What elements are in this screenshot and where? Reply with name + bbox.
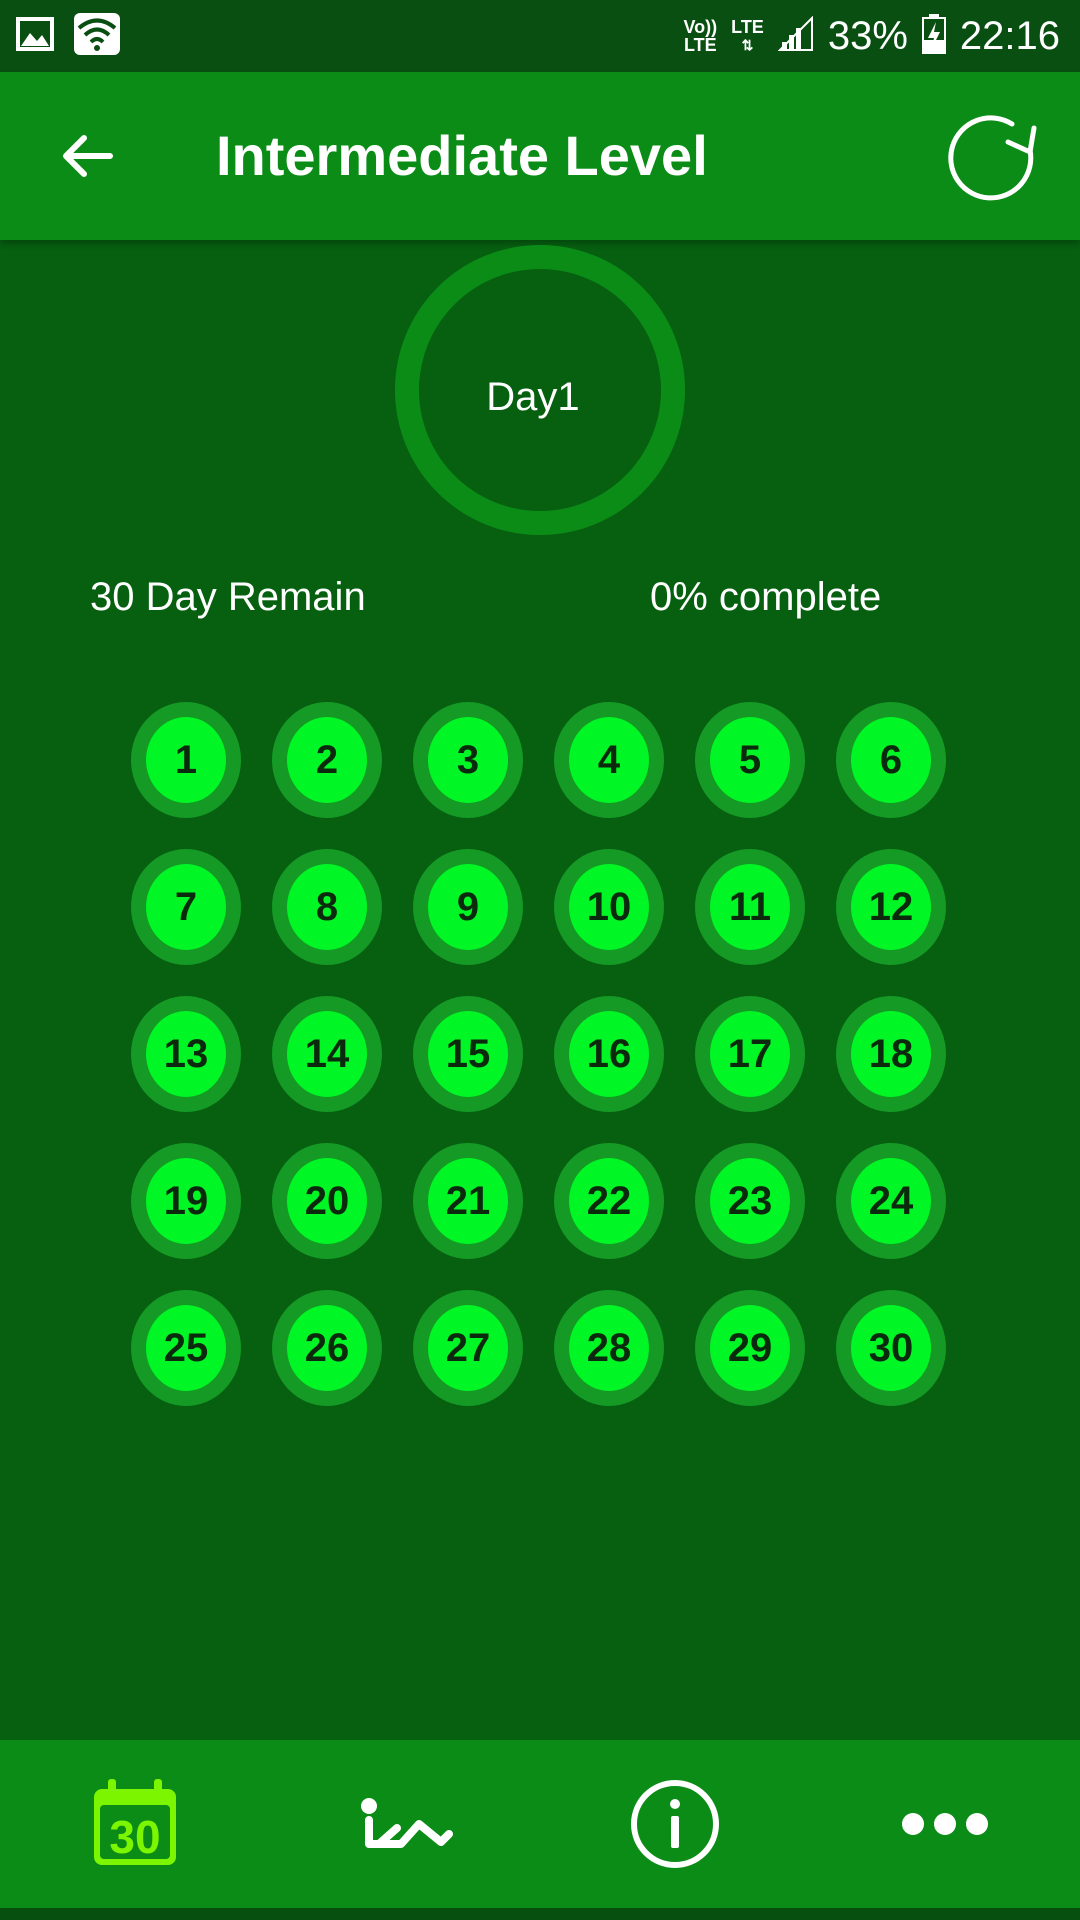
day-number: 22: [569, 1158, 649, 1244]
day-number: 26: [287, 1305, 367, 1391]
day-button-3[interactable]: 3: [413, 702, 523, 818]
more-icon: [902, 1813, 988, 1835]
day-button-26[interactable]: 26: [272, 1290, 382, 1406]
refresh-button[interactable]: [940, 108, 1044, 212]
day-number: 23: [710, 1158, 790, 1244]
day-button-18[interactable]: 18: [836, 996, 946, 1112]
day-grid: 1 2 3 4 5 6 7 8 9 10 11 12 13 14 15 16 17 18 19 20 21 22 23 24 2…: [131, 702, 951, 1406]
day-number: 19: [146, 1158, 226, 1244]
day-number: 16: [569, 1011, 649, 1097]
day-button-5[interactable]: 5: [695, 702, 805, 818]
arrow-left-icon: [63, 135, 113, 177]
day-number: 3: [428, 717, 508, 803]
day-button-29[interactable]: 29: [695, 1290, 805, 1406]
volte-top: Vo)): [683, 17, 718, 37]
day-progress-ring: Day1: [395, 245, 685, 535]
day-number: 28: [569, 1305, 649, 1391]
day-number: 4: [569, 717, 649, 803]
day-number: 5: [710, 717, 790, 803]
day-button-1[interactable]: 1: [131, 702, 241, 818]
day-number: 18: [851, 1011, 931, 1097]
day-number: 20: [287, 1158, 367, 1244]
day-button-2[interactable]: 2: [272, 702, 382, 818]
day-number: 11: [710, 864, 790, 950]
day-number: 24: [851, 1158, 931, 1244]
exercise-icon: [361, 1798, 453, 1848]
day-button-12[interactable]: 12: [836, 849, 946, 965]
day-number: 30: [851, 1305, 931, 1391]
day-button-21[interactable]: 21: [413, 1143, 523, 1259]
signal-icon: [777, 15, 814, 56]
day-button-17[interactable]: 17: [695, 996, 805, 1112]
app-bar: Intermediate Level: [0, 72, 1080, 240]
day-button-10[interactable]: 10: [554, 849, 664, 965]
nav-more[interactable]: [870, 1754, 1020, 1894]
day-button-30[interactable]: 30: [836, 1290, 946, 1406]
info-icon: [631, 1780, 719, 1868]
day-button-22[interactable]: 22: [554, 1143, 664, 1259]
volte-bottom: LTE: [683, 35, 717, 55]
day-number: 10: [569, 864, 649, 950]
day-button-4[interactable]: 4: [554, 702, 664, 818]
day-button-28[interactable]: 28: [554, 1290, 664, 1406]
page-title: Intermediate Level: [216, 124, 708, 187]
day-number: 6: [851, 717, 931, 803]
day-button-6[interactable]: 6: [836, 702, 946, 818]
day-number: 1: [146, 717, 226, 803]
back-button[interactable]: [44, 114, 128, 198]
battery-percent: 33%: [827, 13, 908, 58]
day-number: 8: [287, 864, 367, 950]
day-number: 21: [428, 1158, 508, 1244]
day-number: 13: [146, 1011, 226, 1097]
percent-complete: 0% complete: [650, 575, 882, 619]
day-number: 15: [428, 1011, 508, 1097]
battery-charging-icon: [921, 14, 946, 58]
bottom-nav: 30: [0, 1740, 1080, 1908]
day-button-8[interactable]: 8: [272, 849, 382, 965]
day-button-7[interactable]: 7: [131, 849, 241, 965]
day-button-24[interactable]: 24: [836, 1143, 946, 1259]
current-day-label: Day1: [486, 374, 580, 419]
day-button-13[interactable]: 13: [131, 996, 241, 1112]
status-left: [16, 13, 120, 59]
calendar-30-icon: 30: [94, 1779, 176, 1865]
network-type: LTE: [731, 17, 764, 37]
clock: 22:16: [959, 13, 1060, 58]
day-number: 12: [851, 864, 931, 950]
nav-info[interactable]: [600, 1754, 750, 1894]
day-button-27[interactable]: 27: [413, 1290, 523, 1406]
day-number: 27: [428, 1305, 508, 1391]
day-button-19[interactable]: 19: [131, 1143, 241, 1259]
status-right: Vo)) LTE LTE ⇅ 33% 22:16: [684, 14, 1061, 59]
nav-exercise[interactable]: [330, 1754, 480, 1894]
volte-indicator: Vo)) LTE: [684, 18, 718, 54]
network-indicator: LTE ⇅: [731, 18, 764, 54]
day-number: 2: [287, 717, 367, 803]
day-button-9[interactable]: 9: [413, 849, 523, 965]
nav-calendar[interactable]: 30: [60, 1754, 210, 1894]
day-button-23[interactable]: 23: [695, 1143, 805, 1259]
refresh-icon: [948, 115, 1037, 201]
day-button-11[interactable]: 11: [695, 849, 805, 965]
day-number: 29: [710, 1305, 790, 1391]
day-button-20[interactable]: 20: [272, 1143, 382, 1259]
days-remaining: 30 Day Remain: [90, 575, 366, 619]
day-button-15[interactable]: 15: [413, 996, 523, 1112]
data-arrows-icon: ⇅: [741, 37, 754, 53]
image-icon: [16, 17, 54, 55]
wifi-icon: [74, 13, 120, 59]
day-button-14[interactable]: 14: [272, 996, 382, 1112]
status-bar: Vo)) LTE LTE ⇅ 33% 22:16: [0, 0, 1080, 72]
day-button-16[interactable]: 16: [554, 996, 664, 1112]
bottom-edge: [0, 1908, 1080, 1920]
day-number: 7: [146, 864, 226, 950]
day-number: 25: [146, 1305, 226, 1391]
day-number: 9: [428, 864, 508, 950]
day-button-25[interactable]: 25: [131, 1290, 241, 1406]
day-number: 17: [710, 1011, 790, 1097]
calendar-number: 30: [109, 1811, 160, 1863]
day-number: 14: [287, 1011, 367, 1097]
